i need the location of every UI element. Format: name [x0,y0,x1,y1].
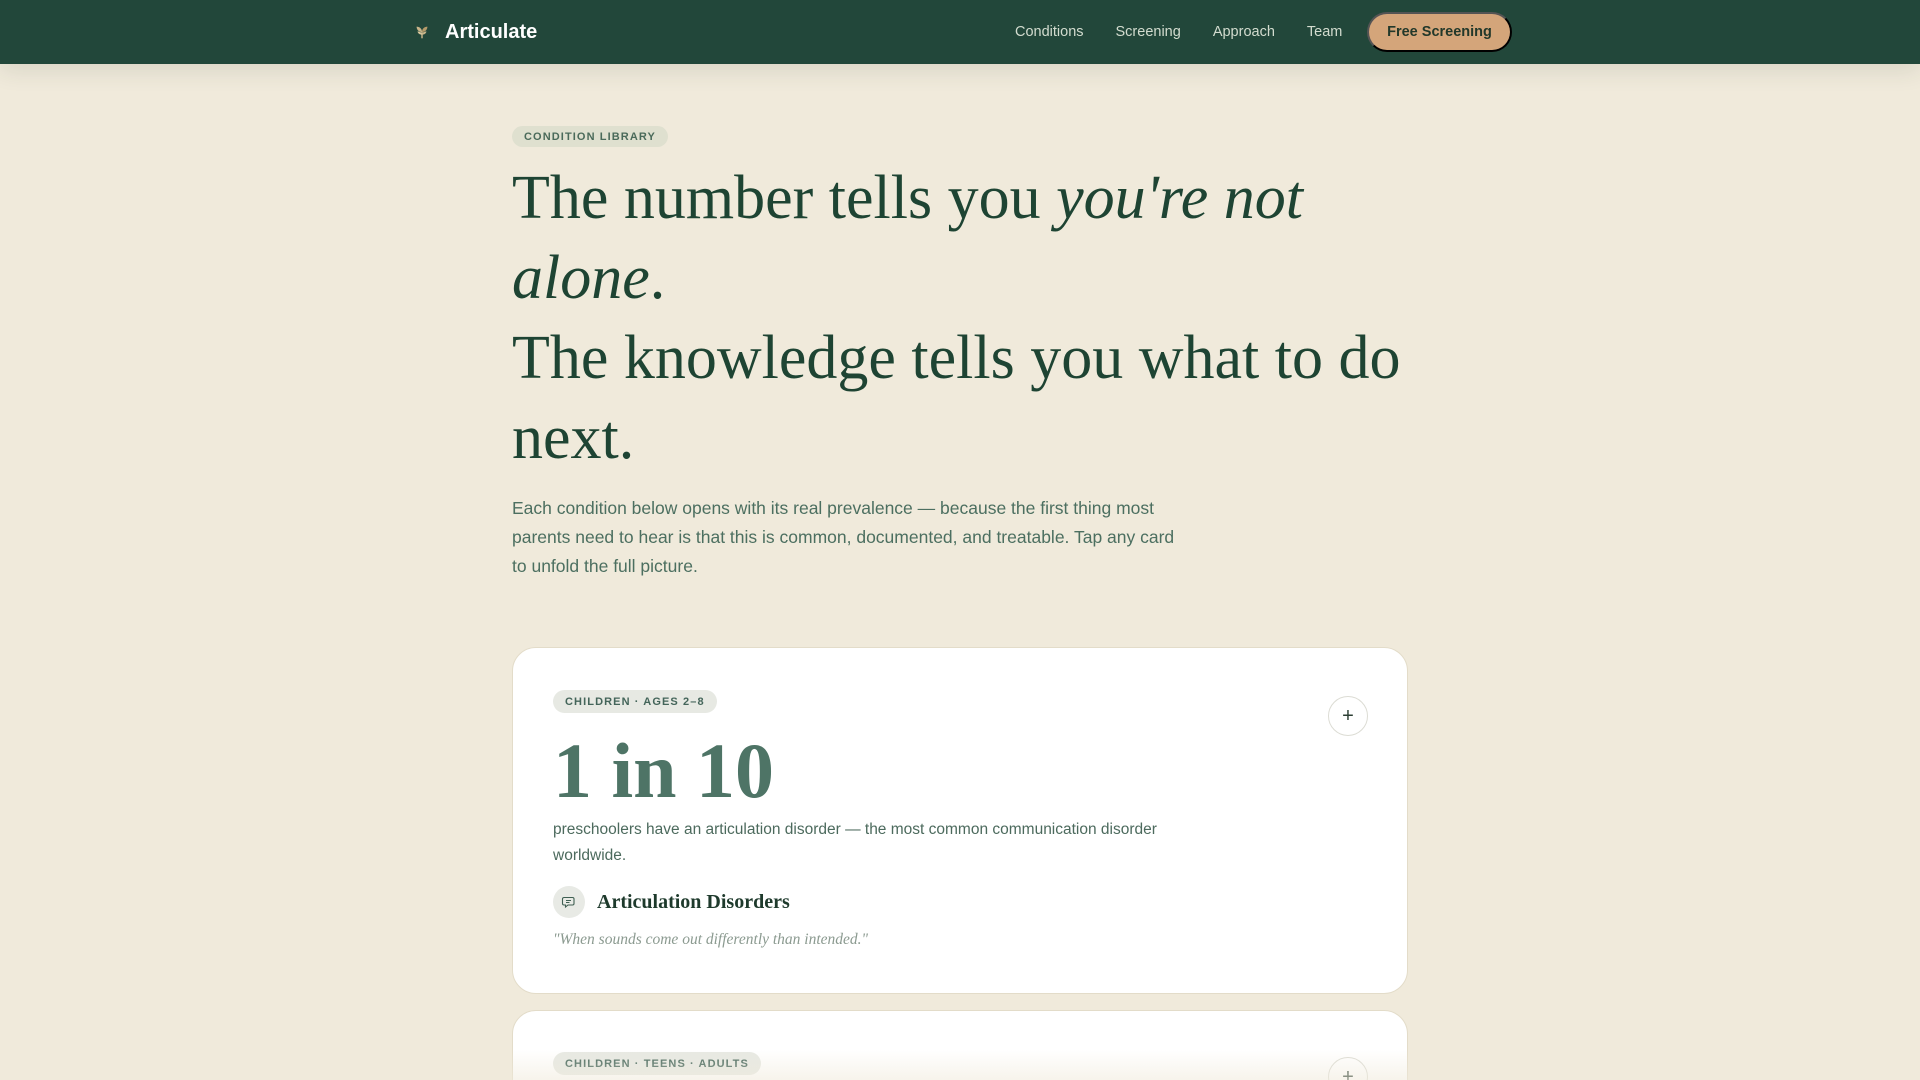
nav-link-conditions[interactable]: Conditions [1015,24,1084,40]
hero-title: The number tells you you're not alone. Th… [512,158,1412,478]
audience-tag: CHILDREN · AGES 2–8 [553,690,717,713]
prevalence-description: preschoolers have an articulation disord… [553,821,1157,864]
brand-name: Articulate [445,20,538,43]
expand-card-button[interactable]: + [1328,1057,1368,1080]
hero-title-part1: The number tells you [512,164,1057,232]
hero-title-period: . [649,244,666,312]
nav-links: Conditions Screening Approach Team [1015,0,1374,64]
hero-lead: Each condition below opens with its real… [512,498,1175,576]
top-navigation: Articulate Conditions Screening Approach… [0,0,1920,64]
speech-bubble-icon [553,886,585,918]
brand-logo[interactable]: Articulate [413,0,537,64]
condition-card-articulation[interactable]: CHILDREN · AGES 2–8 + 1 in 10 preschoole… [512,647,1408,994]
condition-quote: "When sounds come out differently than i… [553,931,869,948]
prevalence-stat: 1 in 10 [553,727,775,814]
nav-link-screening[interactable]: Screening [1116,24,1181,40]
hero-title-line2: The knowledge tells you what to do next. [512,324,1401,472]
condition-name: Articulation Disorders [597,890,790,913]
condition-card-2[interactable]: CHILDREN · TEENS · ADULTS + [512,1010,1408,1080]
condition-heading: Articulation Disorders [553,886,790,918]
condition-library-badge: CONDITION LIBRARY [512,126,668,147]
leaf-icon [416,26,428,39]
expand-card-button[interactable]: + [1328,696,1368,736]
nav-link-approach[interactable]: Approach [1213,24,1275,40]
free-screening-button[interactable]: Free Screening [1367,12,1512,52]
audience-tag: CHILDREN · TEENS · ADULTS [553,1052,761,1075]
nav-link-team[interactable]: Team [1307,24,1342,40]
